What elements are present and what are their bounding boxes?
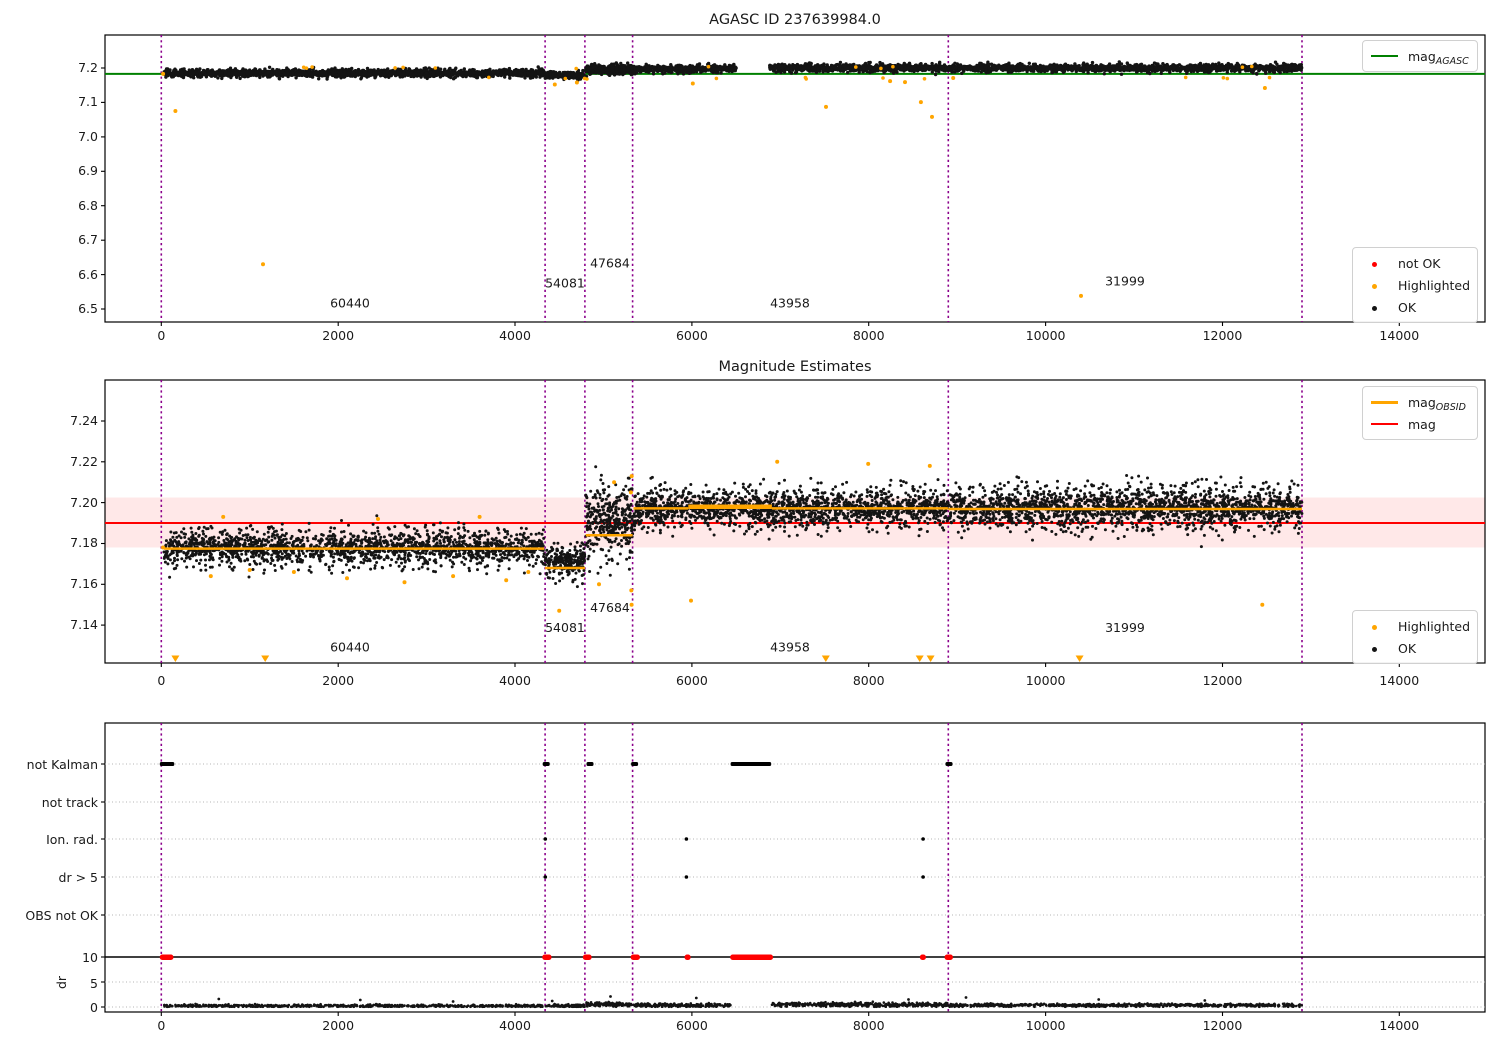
y-tick-label: 7.1 [78,94,98,110]
x-tick-label: 4000 [499,673,531,688]
x-tick-label: 6000 [675,328,708,343]
legend-label: magOBSID [1408,394,1466,413]
x-tick-label: 12000 [1202,673,1243,688]
legend-row: OK [1361,637,1467,659]
green-line-swatch [1371,55,1398,57]
x-tick-label: 14000 [1379,1018,1420,1033]
legend-mag-obsid: magOBSID mag [1362,386,1478,440]
row-label-obs-not-ok: OBS not OK [25,908,98,923]
red-line-swatch [1371,423,1398,425]
middle-plot-title: Magnitude Estimates [718,359,872,375]
y-tick-label: 6.5 [78,301,98,316]
agasc-magnitude-figure: 60440 54081 47684 43958 31999 60440 54081 47684… [0,0,1500,1050]
x-tick-label: 2000 [322,673,355,688]
legend-label: mag [1408,416,1436,432]
legend-row: mag [1371,413,1467,435]
x-tick-label: 10000 [1025,673,1066,688]
x-tick-label: 0 [157,673,166,688]
legend-label: not OK [1398,255,1441,271]
x-tick-label: 2000 [322,328,355,343]
x-tick-label: 8000 [852,328,885,343]
legend-row: OK [1361,296,1467,318]
y-tick-label: 7.20 [70,494,98,510]
legend-label: Highlighted [1398,277,1471,293]
row-label-not-kalman: not Kalman [26,757,98,772]
y-tick-label: 7.14 [70,617,98,633]
row-label-ion-rad: Ion. rad. [46,832,98,847]
legend-mid-points: Highlighted OK [1352,610,1478,664]
dr-tick-5: 5 [90,976,98,991]
x-tick-label: 0 [157,328,166,343]
x-tick-label: 8000 [852,1018,885,1033]
x-tick-label: 10000 [1025,1018,1066,1033]
dr-axis-label: dr [54,975,70,990]
x-tick-label: 10000 [1025,328,1066,343]
x-tick-label: 14000 [1379,673,1420,688]
orange-dot-swatch [1361,278,1388,293]
x-tick-label: 8000 [852,673,885,688]
orange-dot-swatch [1361,619,1388,634]
legend-row: Highlighted [1361,274,1471,296]
y-tick-label: 7.24 [70,413,98,428]
row-label-not-track: not track [41,795,98,810]
y-tick-label: 7.22 [70,453,98,469]
x-tick-label: 2000 [322,1018,355,1033]
legend-mag-agasc: magAGASC [1362,40,1478,72]
y-tick-label: 7.0 [78,128,98,144]
x-tick-label: 6000 [675,673,708,688]
black-dot-swatch [1361,641,1388,656]
black-dot-swatch [1361,300,1388,315]
legend-row: Highlighted [1361,615,1471,637]
legend-label: Highlighted [1398,618,1471,634]
y-tick-label: 7.18 [70,535,98,551]
legend-label: OK [1398,640,1417,656]
x-tick-label: 6000 [675,1018,708,1033]
x-tick-label: 12000 [1202,328,1243,343]
x-tick-label: 4000 [499,328,531,343]
legend-top-points: not OK Highlighted OK [1352,247,1478,323]
y-tick-label: 6.6 [78,266,98,282]
y-tick-label: 6.9 [78,163,98,179]
row-label-dr-gt-5: dr > 5 [58,870,98,885]
top-plot-title: AGASC ID 237639984.0 [709,12,881,28]
orange-line-swatch [1371,400,1398,404]
x-tick-label: 14000 [1379,328,1420,343]
x-tick-label: 0 [157,1018,166,1033]
legend-row: magAGASC [1371,45,1469,67]
y-tick-label: 7.2 [78,60,98,75]
red-dot-swatch [1361,256,1388,271]
legend-label: magAGASC [1408,48,1469,67]
y-tick-label: 6.8 [78,197,98,213]
x-tick-label: 4000 [499,1018,531,1033]
x-tick-label: 12000 [1202,1018,1243,1033]
y-tick-label: 6.7 [78,232,98,248]
dr-tick-10: 10 [82,950,98,965]
dr-tick-0: 0 [90,1000,98,1015]
plots-canvas: 6044054081476844395831999604405408147684… [101,34,1486,1016]
legend-label: OK [1398,299,1417,315]
legend-row: not OK [1361,252,1467,274]
y-tick-label: 7.16 [70,576,98,592]
legend-row: magOBSID [1371,391,1467,413]
